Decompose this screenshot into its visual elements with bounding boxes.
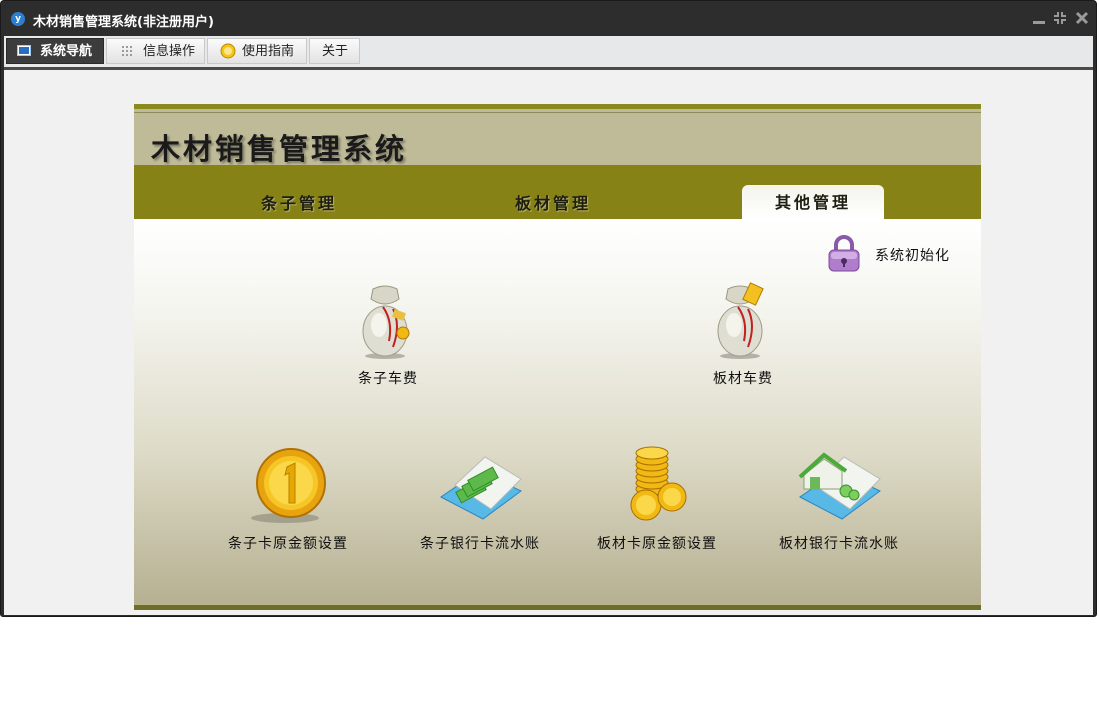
app-title: 木材销售管理系统 [151, 132, 408, 166]
tab-about[interactable]: 关于 [309, 38, 360, 64]
app-header: 木材销售管理系统 [134, 104, 981, 166]
system-init-button[interactable]: 系统初始化 [826, 233, 986, 273]
nav-tab-strip-management[interactable]: 条子管理 [261, 190, 337, 214]
board-bank-ledger-label: 板材银行卡流水账 [779, 536, 899, 552]
tab-label: 关于 [322, 44, 349, 59]
board-card-initial-amount-button[interactable]: 板材卡原金额设置 [577, 445, 737, 560]
close-icon[interactable] [1075, 10, 1089, 26]
board-bank-ledger-button[interactable]: 板材银行卡流水账 [759, 445, 919, 560]
strip-card-initial-amount-button[interactable]: 条子卡原金额设置 [208, 445, 368, 560]
main-panel: 木材销售管理系统 条子管理 板材管理 其他管理 系统初始化 条子车费 板材车费 … [134, 104, 981, 610]
nav-tab-board-management[interactable]: 板材管理 [515, 190, 591, 214]
coin-stack-icon [630, 446, 687, 521]
lock-icon [828, 235, 860, 272]
menu-bar: 系统导航 信息操作 使用指南 关于 [4, 36, 1093, 70]
board-freight-label: 板材车费 [713, 371, 773, 387]
minimize-icon[interactable] [1032, 10, 1046, 26]
help-coin-icon [220, 43, 236, 59]
restore-icon[interactable] [1053, 10, 1067, 26]
tab-user-guide[interactable]: 使用指南 [207, 38, 307, 64]
module-nav: 条子管理 板材管理 其他管理 [134, 165, 981, 219]
tab-label: 使用指南 [242, 44, 295, 59]
tab-label: 系统导航 [40, 44, 93, 59]
bottom-border [134, 603, 981, 610]
nav-tab-other-management[interactable]: 其他管理 [742, 185, 884, 219]
gold-coin-icon [251, 448, 326, 523]
house-ledger-icon [798, 452, 881, 520]
window-title: 木材销售管理系统(非注册用户) [33, 15, 214, 30]
function-area: 系统初始化 条子车费 板材车费 条子卡原金额设置 条子银行卡流水账 板材卡原金额… [134, 219, 981, 603]
board-freight-button[interactable]: 板材车费 [693, 281, 793, 396]
tab-label: 信息操作 [143, 44, 196, 59]
tab-system-nav[interactable]: 系统导航 [6, 38, 104, 64]
tab-info-operation[interactable]: 信息操作 [106, 38, 205, 64]
board-card-initial-amount-label: 板材卡原金额设置 [597, 536, 717, 552]
cash-ledger-icon [440, 456, 522, 520]
money-bag-icon [362, 285, 410, 359]
title-bar: y 木材销售管理系统(非注册用户) [1, 1, 1096, 36]
strip-card-initial-amount-label: 条子卡原金额设置 [228, 536, 348, 552]
monitor-icon [17, 45, 31, 56]
grid-icon [122, 46, 132, 56]
strip-bank-ledger-button[interactable]: 条子银行卡流水账 [400, 445, 560, 560]
strip-freight-button[interactable]: 条子车费 [338, 281, 438, 396]
strip-bank-ledger-label: 条子银行卡流水账 [420, 536, 540, 552]
app-logo-icon: y [11, 12, 25, 26]
strip-freight-label: 条子车费 [358, 371, 418, 387]
system-init-label: 系统初始化 [875, 248, 950, 264]
money-bag-icon [717, 282, 764, 359]
